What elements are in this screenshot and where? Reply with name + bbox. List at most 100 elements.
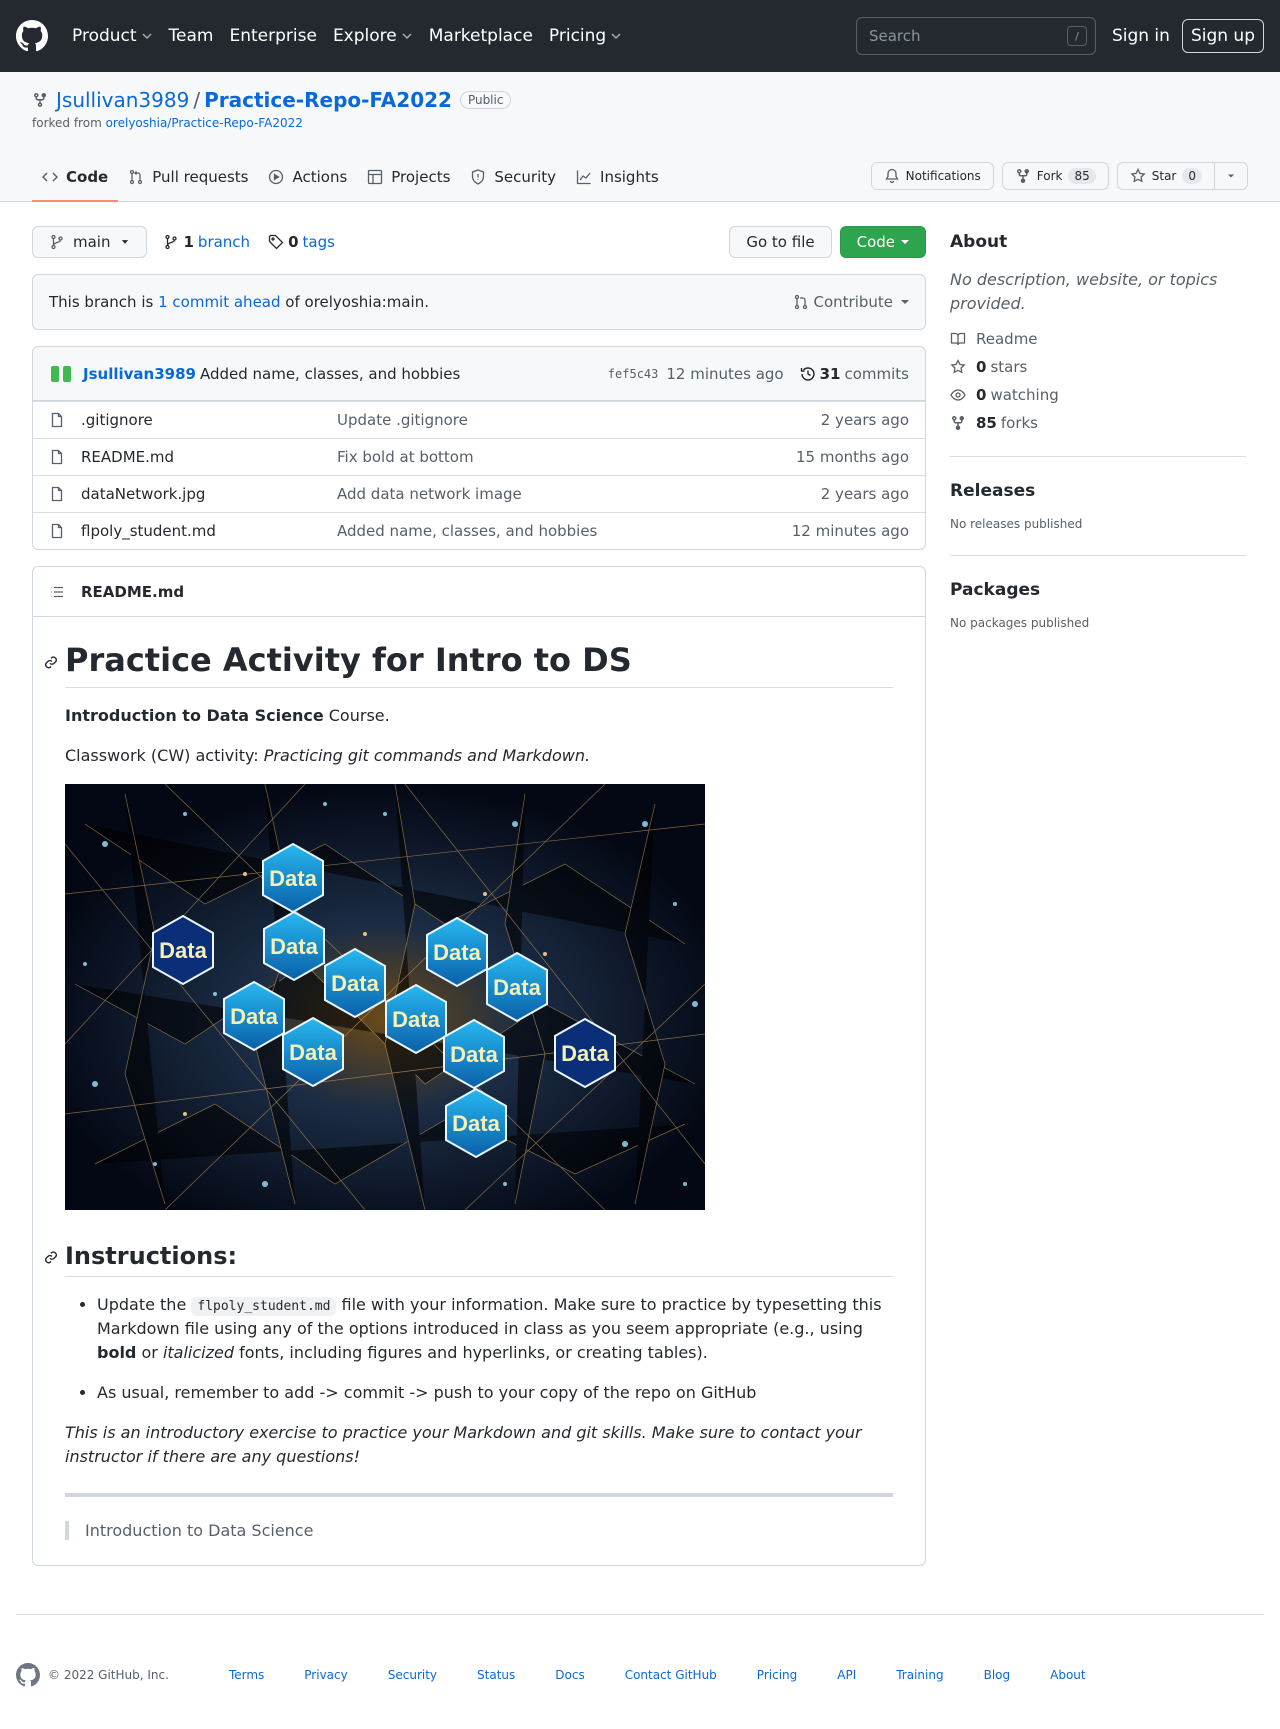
branch-meta: 1 branch 0 tags <box>163 233 352 251</box>
li1-part-d: fonts, including figures and hyperlinks,… <box>234 1343 708 1362</box>
forks-link[interactable]: 85 forks <box>950 414 1246 432</box>
fork-button[interactable]: Fork 85 <box>1001 162 1109 190</box>
repo-owner-link[interactable]: Jsullivan3989 <box>56 88 189 112</box>
file-row[interactable]: flpoly_student.md Added name, classes, a… <box>33 512 925 549</box>
footer-link-api[interactable]: API <box>837 1668 856 1682</box>
github-logo-icon[interactable] <box>16 20 48 52</box>
footer-link-pricing[interactable]: Pricing <box>757 1668 797 1682</box>
list-item: Update the flpoly_student.md file with y… <box>97 1293 893 1365</box>
contribute-dropdown[interactable]: Contribute <box>793 293 909 311</box>
graph-icon <box>576 170 591 185</box>
commit-author-link[interactable]: Jsullivan3989 <box>83 365 196 383</box>
packages-title[interactable]: Packages <box>950 580 1246 600</box>
file-row[interactable]: README.md Fix bold at bottom 15 months a… <box>33 438 925 475</box>
tab-code[interactable]: Code <box>32 153 119 202</box>
releases-title[interactable]: Releases <box>950 481 1246 501</box>
file-commit-message[interactable]: Added name, classes, and hobbies <box>337 522 792 540</box>
footer-link-training[interactable]: Training <box>896 1668 943 1682</box>
nav-marketplace[interactable]: Marketplace <box>429 26 533 46</box>
footer-link-blog[interactable]: Blog <box>984 1668 1011 1682</box>
tab-insights[interactable]: Insights <box>566 153 669 201</box>
tab-projects[interactable]: Projects <box>357 153 460 201</box>
nav-team[interactable]: Team <box>169 26 214 46</box>
tags-link[interactable]: 0 tags <box>268 233 335 251</box>
readme-paragraph-note: This is an introductory exercise to prac… <box>65 1421 893 1469</box>
commit-count: 31 <box>819 364 841 383</box>
data-network-image[interactable]: Data Data Data Data Data Data Data Data … <box>65 784 705 1210</box>
footer-link-docs[interactable]: Docs <box>555 1668 584 1682</box>
nav-product[interactable]: Product <box>72 26 153 46</box>
commits-history-link[interactable]: 31 commits <box>800 365 909 383</box>
tab-actions[interactable]: Actions <box>258 153 357 201</box>
about-title: About <box>950 232 1008 252</box>
link-icon[interactable] <box>43 654 59 670</box>
readme-filename-link[interactable]: README.md <box>81 583 184 601</box>
repo-name-link[interactable]: Practice-Repo-FA2022 <box>204 88 452 112</box>
nav-explore[interactable]: Explore <box>333 26 413 46</box>
file-commit-message[interactable]: Fix bold at bottom <box>337 448 796 466</box>
triangle-down-icon <box>122 240 129 244</box>
file-icon <box>51 412 63 428</box>
hexagon-label: Data <box>270 934 318 959</box>
footer-link-status[interactable]: Status <box>477 1668 515 1682</box>
file-row[interactable]: .gitignore Update .gitignore 2 years ago <box>33 401 925 438</box>
readme-heading-2: Instructions: <box>45 1242 893 1277</box>
visibility-badge: Public <box>459 91 512 109</box>
star-list-dropdown[interactable] <box>1215 162 1248 190</box>
file-row[interactable]: dataNetwork.jpg Add data network image 2… <box>33 475 925 512</box>
file-commit-message[interactable]: Add data network image <box>337 485 821 503</box>
inline-code: flpoly_student.md <box>191 1297 337 1316</box>
file-name-link[interactable]: .gitignore <box>81 411 337 429</box>
caret-down-icon <box>901 300 909 304</box>
footer-link-privacy[interactable]: Privacy <box>304 1668 347 1682</box>
tab-actions-label: Actions <box>292 168 348 186</box>
notifications-button[interactable]: Notifications <box>870 162 994 190</box>
watching-label: watching <box>990 386 1059 404</box>
code-icon <box>42 172 58 182</box>
footer-link-about[interactable]: About <box>1050 1668 1085 1682</box>
hexagon-label: Data <box>433 940 481 965</box>
forked-from-link[interactable]: orelyoshia/Practice-Repo-FA2022 <box>106 116 303 130</box>
file-name-link[interactable]: dataNetwork.jpg <box>81 485 337 503</box>
search-placeholder: Search <box>868 27 921 45</box>
nav-enterprise[interactable]: Enterprise <box>229 26 316 46</box>
star-button[interactable]: Star 0 <box>1116 162 1215 190</box>
footer-link-security[interactable]: Security <box>388 1668 437 1682</box>
readme-link[interactable]: Readme <box>950 330 1246 348</box>
code-dropdown-button[interactable]: Code <box>839 226 926 258</box>
file-name-link[interactable]: README.md <box>81 448 337 466</box>
nav-pricing[interactable]: Pricing <box>549 26 622 46</box>
footer-link-terms[interactable]: Terms <box>229 1668 264 1682</box>
tab-pull-requests[interactable]: Pull requests <box>118 153 258 201</box>
file-name-link[interactable]: flpoly_student.md <box>81 522 337 540</box>
branch-select-button[interactable]: main <box>32 226 148 258</box>
avatar[interactable] <box>49 362 73 386</box>
footer-link-contact[interactable]: Contact GitHub <box>625 1668 717 1682</box>
hexagon-label: Data <box>392 1007 440 1032</box>
sign-in-link[interactable]: Sign in <box>1112 26 1170 46</box>
commit-message-link[interactable]: Added name, classes, and hobbies <box>200 365 460 383</box>
course-name-bold: Introduction to Data Science <box>65 706 324 725</box>
li1-italic: italicized <box>162 1343 234 1362</box>
branches-link[interactable]: 1 branch <box>163 233 250 251</box>
file-commit-time: 15 months ago <box>795 448 909 466</box>
tab-security[interactable]: Security <box>460 153 566 201</box>
file-commit-message[interactable]: Update .gitignore <box>337 411 821 429</box>
readme-header: README.md <box>33 567 925 617</box>
sign-up-button[interactable]: Sign up <box>1181 19 1264 53</box>
file-commit-time: 2 years ago <box>820 411 909 429</box>
history-icon <box>800 366 815 381</box>
forks-label: forks <box>1000 414 1039 432</box>
list-unordered-icon[interactable] <box>49 584 65 600</box>
commits-ahead-link[interactable]: 1 commit ahead <box>158 293 280 311</box>
github-logo-icon[interactable] <box>16 1663 40 1687</box>
repo-forked-icon <box>34 93 46 108</box>
search-input[interactable]: Search / <box>855 17 1096 55</box>
stars-link[interactable]: 0 stars <box>950 358 1246 376</box>
link-icon[interactable] <box>43 1249 59 1265</box>
commit-sha-link[interactable]: fef5c43 <box>608 367 659 381</box>
go-to-file-button[interactable]: Go to file <box>729 226 832 258</box>
file-icon <box>51 486 63 502</box>
nav-pricing-label: Pricing <box>548 26 607 46</box>
watchers-link[interactable]: 0 watching <box>950 386 1246 404</box>
